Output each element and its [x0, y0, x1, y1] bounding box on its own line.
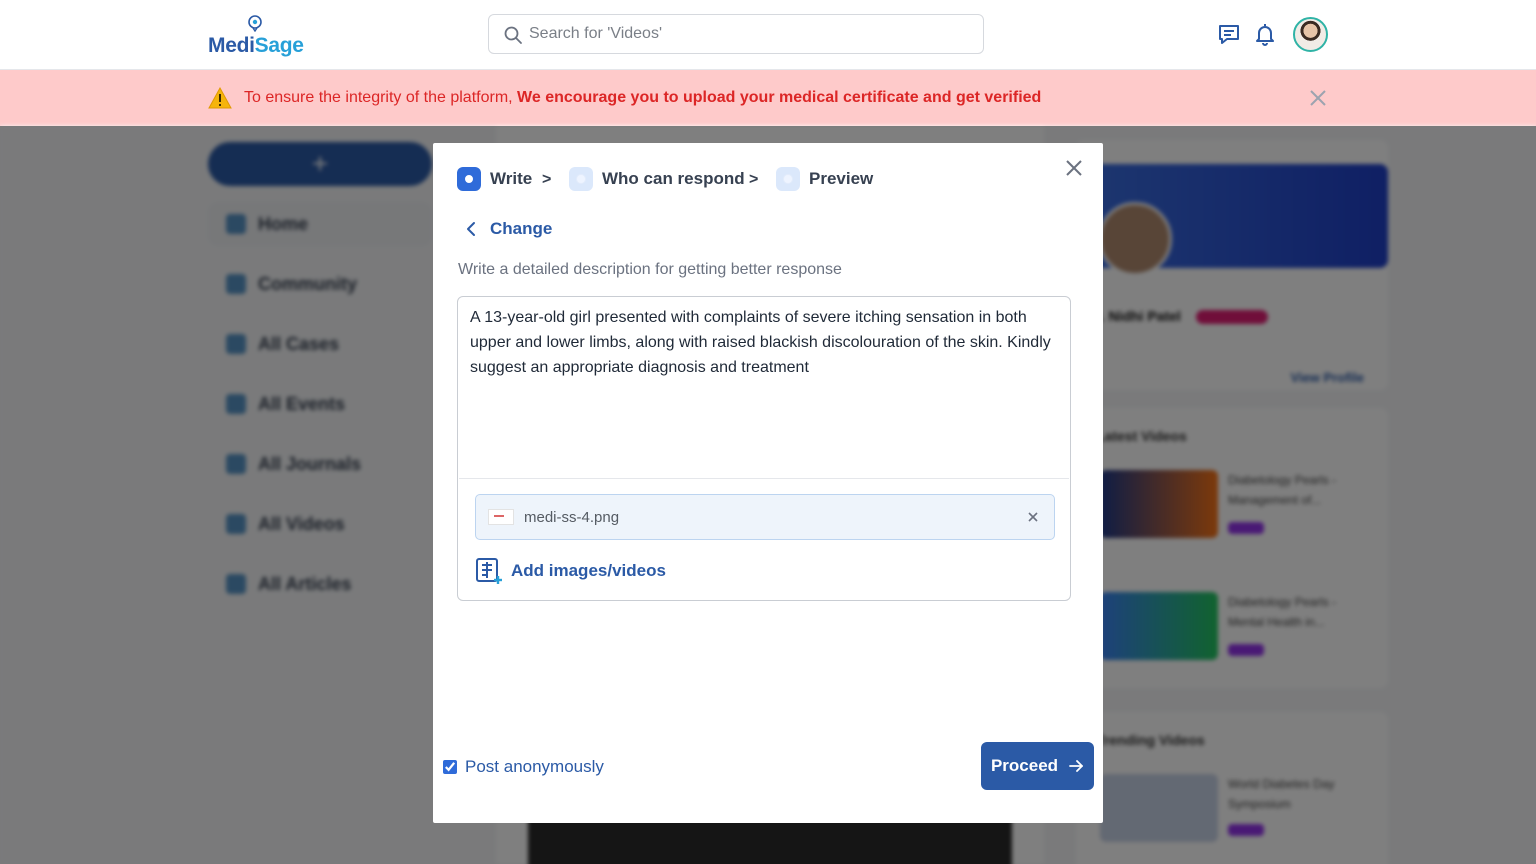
search-icon	[504, 26, 522, 44]
step-who-can-respond[interactable]: Who can respond	[569, 167, 745, 191]
post-anonymously-checkbox[interactable]	[443, 760, 457, 774]
arrow-right-icon	[1069, 760, 1083, 772]
step-indicator	[457, 167, 481, 191]
verification-banner: To ensure the integrity of the platform,…	[0, 70, 1536, 126]
step-write[interactable]: Write	[457, 167, 532, 191]
description-hint: Write a detailed description for getting…	[458, 261, 842, 278]
banner-message: To ensure the integrity of the platform,…	[244, 89, 1042, 106]
step-indicator	[776, 167, 800, 191]
add-media-icon	[476, 558, 502, 584]
change-button[interactable]: Change	[463, 219, 552, 239]
attachment-filename: medi-ss-4.png	[524, 509, 620, 526]
top-header: MediSage	[0, 0, 1536, 70]
attachment-chip: medi-ss-4.png	[475, 494, 1055, 540]
upload-certificate-link[interactable]: We encourage you to upload your medical …	[517, 89, 1041, 106]
bell-icon[interactable]	[1253, 22, 1277, 46]
step-indicator	[569, 167, 593, 191]
search-bar[interactable]	[488, 14, 984, 54]
attachments-area: medi-ss-4.png Add images/videos	[459, 478, 1069, 600]
description-textarea[interactable]: A 13-year-old girl presented with compla…	[470, 305, 1060, 380]
chevron-left-icon	[467, 222, 475, 236]
banner-close-icon[interactable]	[1308, 88, 1328, 108]
logo-head-icon	[248, 15, 262, 32]
user-avatar[interactable]	[1293, 17, 1328, 52]
remove-attachment-icon[interactable]	[1026, 510, 1040, 524]
search-input[interactable]	[529, 15, 969, 53]
warning-icon	[208, 87, 232, 109]
modal-close-icon[interactable]	[1063, 157, 1085, 179]
chat-icon[interactable]	[1217, 22, 1241, 46]
step-separator: >	[542, 171, 552, 188]
proceed-button[interactable]: Proceed	[981, 742, 1094, 790]
step-preview[interactable]: Preview	[776, 167, 873, 191]
logo-text: MediSage	[208, 34, 304, 57]
medisage-logo[interactable]: MediSage	[208, 14, 318, 58]
add-images-videos-button[interactable]: Add images/videos	[475, 557, 666, 585]
post-anonymously-option[interactable]: Post anonymously	[443, 757, 604, 777]
description-box: A 13-year-old girl presented with compla…	[457, 296, 1071, 601]
file-thumbnail-icon	[488, 509, 514, 525]
step-separator: >	[749, 171, 759, 188]
create-post-modal: Write > Who can respond > Preview Change…	[433, 143, 1103, 823]
